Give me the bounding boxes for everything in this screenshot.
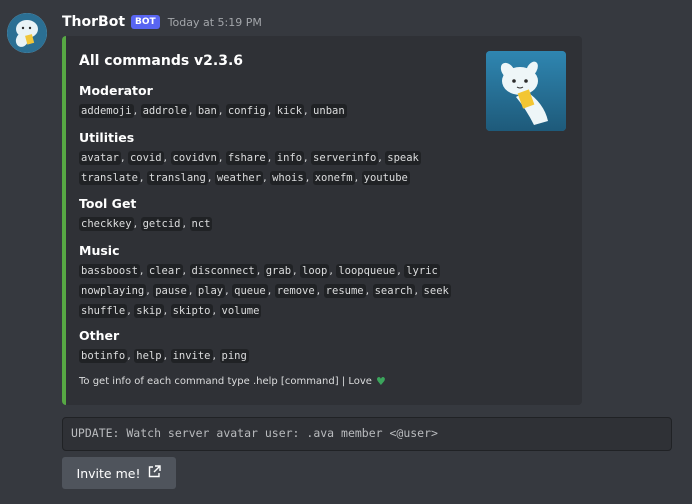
- field-value-other: botinfo, help, invite, ping: [79, 346, 479, 366]
- command-play: play: [195, 284, 226, 298]
- command-addrole: addrole: [140, 104, 189, 118]
- field-value-utilities: avatar, covid, covidvn, fshare, info, se…: [79, 148, 479, 188]
- command-unban: unban: [311, 104, 347, 118]
- command-line: bassboost, clear, disconnect, grab, loop…: [79, 264, 440, 278]
- command-search: search: [372, 284, 415, 298]
- command-fshare: fshare: [225, 151, 268, 165]
- embed: All commands v2.3.6 Moderator addemoji ,…: [62, 36, 582, 405]
- field-value-tool-get: checkkey, getcid, nct: [79, 214, 479, 234]
- command-line: shuffle, skip, skipto, volume: [79, 304, 262, 318]
- invite-button-label: Invite me!: [76, 465, 141, 481]
- update-code-block: UPDATE: Watch server avatar user: .ava m…: [62, 417, 672, 451]
- command-skipto: skipto: [170, 304, 213, 318]
- command-info: info: [274, 151, 305, 165]
- field-name-other: Other: [79, 328, 120, 343]
- field-name-tool-get: Tool Get: [79, 196, 137, 211]
- field-name-moderator: Moderator: [79, 83, 153, 98]
- command-resume: resume: [323, 284, 366, 298]
- command-addemoji: addemoji: [79, 104, 134, 118]
- footer-text: To get info of each command type .help […: [79, 376, 372, 387]
- command-youtube: youtube: [361, 171, 410, 185]
- command-weather: weather: [214, 171, 264, 185]
- command-speak: speak: [385, 151, 421, 165]
- command-line: nowplaying, pause, play, queue, remove, …: [79, 284, 451, 298]
- command-getcid: getcid: [140, 217, 183, 231]
- bot-badge: BOT: [131, 15, 160, 29]
- field-name-utilities: Utilities: [79, 130, 135, 145]
- command-volume: volume: [219, 304, 262, 318]
- message-header: ThorBot BOT Today at 5:19 PM: [62, 12, 262, 32]
- command-queue: queue: [232, 284, 268, 298]
- command-nct: nct: [189, 217, 213, 231]
- command-clear: clear: [146, 264, 183, 278]
- command-line: avatar, covid, covidvn, fshare, info, se…: [79, 151, 421, 165]
- command-seek: seek: [421, 284, 451, 298]
- command-grab: grab: [263, 264, 294, 278]
- command-checkkey: checkkey: [79, 217, 134, 231]
- command-line: translate, translang, weather, whois, xo…: [79, 171, 410, 185]
- command-kick: kick: [274, 104, 305, 118]
- command-translate: translate: [79, 171, 140, 185]
- command-skip: skip: [134, 304, 164, 318]
- command-avatar: avatar: [79, 151, 121, 165]
- command-translang: translang: [146, 171, 208, 185]
- command-xonefm: xonefm: [312, 171, 355, 185]
- invite-button[interactable]: Invite me!: [62, 457, 176, 489]
- command-pause: pause: [153, 284, 189, 298]
- command-botinfo: botinfo: [79, 349, 128, 363]
- command-disconnect: disconnect: [189, 264, 257, 278]
- timestamp: Today at 5:19 PM: [167, 15, 262, 29]
- command-bassboost: bassboost: [79, 264, 140, 278]
- command-line: botinfo, help, invite, ping: [79, 349, 249, 363]
- command-line: addemoji, addrole, ban, config, kick, un…: [79, 104, 347, 118]
- message: ThorBot BOT Today at 5:19 PM All command…: [0, 0, 692, 504]
- command-lyric: lyric: [404, 264, 440, 278]
- command-loop: loop: [300, 264, 330, 278]
- command-line: checkkey, getcid, nct: [79, 217, 213, 231]
- command-loopqueue: loopqueue: [336, 264, 398, 278]
- command-help: help: [134, 349, 164, 363]
- command-invite: invite: [170, 349, 213, 363]
- command-shuffle: shuffle: [79, 304, 128, 318]
- command-covid: covid: [127, 151, 164, 165]
- embed-title: All commands v2.3.6: [79, 53, 244, 69]
- username[interactable]: ThorBot: [62, 14, 125, 30]
- field-value-moderator: addemoji, addrole, ban, config, kick, un…: [79, 101, 479, 121]
- green-heart-icon: ♥: [375, 375, 386, 388]
- command-ban: ban: [195, 104, 219, 118]
- command-config: config: [225, 104, 268, 118]
- external-link-icon: [148, 465, 162, 481]
- command-remove: remove: [274, 284, 317, 298]
- command-serverinfo: serverinfo: [311, 151, 379, 165]
- command-whois: whois: [270, 171, 306, 185]
- field-name-music: Music: [79, 243, 120, 258]
- command-nowplaying: nowplaying: [79, 284, 147, 298]
- field-value-music: bassboost, clear, disconnect, grab, loop…: [79, 261, 479, 321]
- embed-thumbnail[interactable]: [486, 51, 566, 131]
- embed-footer: To get info of each command type .help […: [79, 375, 386, 388]
- bot-avatar[interactable]: [7, 13, 47, 53]
- command-covidvn: covidvn: [170, 151, 219, 165]
- command-ping: ping: [219, 349, 249, 363]
